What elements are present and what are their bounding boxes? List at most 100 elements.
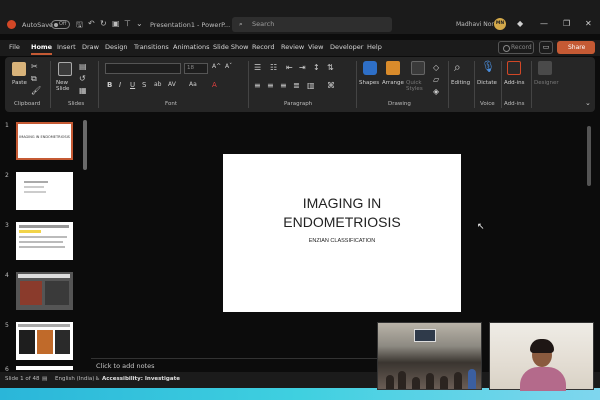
share-button[interactable]: Share: [557, 41, 595, 54]
thumbnail-scrollbar[interactable]: [83, 120, 87, 170]
search-box[interactable]: ⌕ Search: [232, 17, 392, 32]
microphone-icon[interactable]: 🎙: [481, 60, 495, 73]
smartart-icon[interactable]: ⌘: [327, 81, 335, 90]
reset-icon[interactable]: ↺: [79, 74, 86, 83]
slide-thumbnail-5[interactable]: [16, 322, 73, 360]
format-painter-icon[interactable]: 🖌: [31, 86, 41, 95]
font-size-input[interactable]: 18: [184, 63, 208, 74]
tab-view[interactable]: View: [308, 43, 323, 51]
text-direction-icon[interactable]: ⇅: [327, 63, 334, 72]
notes-pane[interactable]: Click to add notes: [91, 358, 381, 372]
new-slide-icon[interactable]: [58, 62, 72, 76]
quick-styles-label[interactable]: Quick Styles: [406, 80, 428, 92]
quick-styles-icon[interactable]: [411, 61, 425, 75]
avatar[interactable]: MN: [494, 18, 506, 30]
slide-thumbnail-2[interactable]: [16, 172, 73, 210]
numbering-icon[interactable]: ☷: [270, 63, 277, 72]
audience-figure: [398, 371, 406, 389]
bullets-icon[interactable]: ☰: [254, 63, 261, 72]
bold-icon[interactable]: B: [107, 81, 112, 89]
find-icon[interactable]: ⌕: [454, 60, 461, 75]
pin-icon[interactable]: ⊤: [124, 19, 131, 28]
tab-design[interactable]: Design: [105, 43, 127, 51]
designer-icon[interactable]: [538, 61, 552, 75]
paste-icon[interactable]: [12, 62, 26, 76]
decrease-font-icon[interactable]: Aˇ: [225, 63, 232, 70]
tab-record[interactable]: Record: [252, 43, 274, 51]
change-case-icon[interactable]: Aa: [189, 81, 197, 88]
decrease-indent-icon[interactable]: ⇤: [286, 63, 293, 72]
addins-icon[interactable]: [507, 61, 521, 75]
slide-thumbnail-4[interactable]: [16, 272, 73, 310]
spelling-icon[interactable]: ▤: [42, 376, 47, 382]
tab-help[interactable]: Help: [367, 43, 382, 51]
collapse-ribbon-icon[interactable]: ⌄: [585, 99, 591, 107]
arrange-label[interactable]: Arrange: [382, 80, 404, 86]
record-button[interactable]: Record: [498, 41, 534, 54]
shapes-icon[interactable]: [363, 61, 377, 75]
tab-review[interactable]: Review: [281, 43, 304, 51]
tab-insert[interactable]: Insert: [57, 43, 76, 51]
shape-outline-icon[interactable]: ▱: [433, 75, 439, 84]
dictate-label[interactable]: Dictate: [477, 80, 497, 86]
undo-icon[interactable]: ↶: [88, 19, 95, 28]
shape-fill-icon[interactable]: ◇: [433, 63, 439, 72]
language-status[interactable]: English (India): [55, 376, 94, 382]
underline-icon[interactable]: U: [130, 81, 135, 89]
slide-title[interactable]: IMAGING IN ENDOMETRIOSIS: [223, 194, 461, 232]
accessibility-status[interactable]: Accessibility: Investigate: [102, 376, 180, 382]
strikethrough-icon[interactable]: ab: [154, 81, 162, 88]
justify-icon[interactable]: ≣: [293, 81, 300, 90]
scrollbar-thumb[interactable]: [587, 126, 591, 186]
user-name[interactable]: Madhavi Nori: [456, 21, 496, 28]
present-icon[interactable]: ▣: [112, 19, 120, 28]
increase-font-icon[interactable]: A^: [212, 63, 221, 70]
customize-toolbar-icon[interactable]: ⌄: [136, 19, 143, 28]
tab-file[interactable]: File: [9, 43, 20, 51]
layout-icon[interactable]: ▤: [79, 62, 87, 71]
accessibility-icon[interactable]: ♿: [95, 376, 100, 382]
italic-icon[interactable]: I: [119, 81, 121, 89]
shape-effects-icon[interactable]: ◈: [433, 87, 439, 96]
minimize-icon[interactable]: —: [540, 19, 548, 28]
font-name-input[interactable]: [105, 63, 181, 74]
canvas-scrollbar[interactable]: [587, 120, 592, 340]
font-color-icon[interactable]: A: [212, 81, 217, 89]
slide-thumbnail-3[interactable]: [16, 222, 73, 260]
tab-developer[interactable]: Developer: [330, 43, 363, 51]
redo-icon[interactable]: ↻: [100, 19, 107, 28]
section-icon[interactable]: ▦: [79, 86, 87, 95]
tab-slide-show[interactable]: Slide Show: [213, 43, 248, 51]
align-left-icon[interactable]: ≡: [254, 81, 261, 90]
comments-button[interactable]: ▭: [539, 41, 553, 54]
align-center-icon[interactable]: ≡: [267, 81, 274, 90]
slide-thumbnail-1[interactable]: IMAGING IN ENDOMETRIOSIS: [16, 122, 73, 160]
designer-label[interactable]: Designer: [534, 80, 559, 86]
shadow-icon[interactable]: S: [142, 81, 146, 89]
tab-transitions[interactable]: Transitions: [134, 43, 169, 51]
char-spacing-icon[interactable]: AV: [168, 81, 176, 88]
slide-thumbnail-6[interactable]: [16, 366, 73, 370]
save-icon[interactable]: 🖫: [76, 19, 83, 33]
paste-label[interactable]: Paste: [12, 80, 27, 86]
increase-indent-icon[interactable]: ⇥: [299, 63, 306, 72]
shapes-label[interactable]: Shapes: [359, 80, 379, 86]
tab-home[interactable]: Home: [31, 43, 53, 55]
tab-draw[interactable]: Draw: [82, 43, 99, 51]
cut-icon[interactable]: ✂: [31, 62, 38, 71]
copy-icon[interactable]: ⧉: [31, 74, 37, 84]
line-spacing-icon[interactable]: ↕: [313, 63, 320, 72]
tab-animations[interactable]: Animations: [173, 43, 210, 51]
align-right-icon[interactable]: ≡: [280, 81, 287, 90]
arrange-icon[interactable]: [386, 61, 400, 75]
diamond-icon[interactable]: ◆: [517, 19, 523, 28]
slide-subtitle[interactable]: ENZIAN CLASSIFICATION: [223, 238, 461, 244]
restore-icon[interactable]: ❐: [563, 19, 570, 28]
close-icon[interactable]: ✕: [585, 19, 592, 28]
editing-label[interactable]: Editing: [451, 80, 470, 86]
autosave-toggle[interactable]: Off: [51, 20, 70, 29]
new-slide-label[interactable]: New Slide: [56, 80, 76, 92]
addins-label[interactable]: Add-ins: [504, 80, 525, 86]
columns-icon[interactable]: ▥: [307, 81, 315, 90]
current-slide[interactable]: IMAGING IN ENDOMETRIOSIS ENZIAN CLASSIFI…: [223, 154, 461, 312]
